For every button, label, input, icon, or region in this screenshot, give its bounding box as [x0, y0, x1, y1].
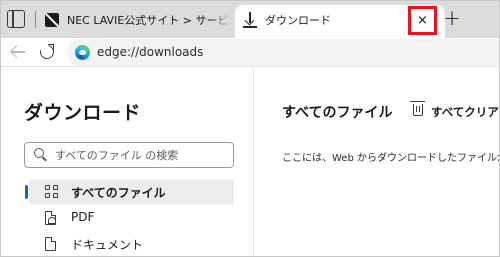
close-icon: × [417, 13, 428, 28]
tab-title: NEC LAVIE公式サイト > サービス＆サ [67, 14, 233, 27]
refresh-icon[interactable] [39, 44, 55, 60]
back-arrow-icon[interactable] [10, 44, 26, 60]
active-indicator [25, 185, 28, 199]
browser-window: NEC LAVIE公式サイト > サービス＆サ ダウンロード × + edge:… [0, 0, 500, 257]
sidebar-item-pdf[interactable]: PDF [29, 205, 234, 231]
document-icon [45, 237, 56, 251]
nec-icon [45, 13, 59, 27]
toolbar: edge://downloads [1, 38, 499, 67]
search-input[interactable] [55, 147, 231, 164]
address-url: edge://downloads [97, 45, 204, 59]
sidebar-title: ダウンロード [24, 102, 142, 124]
page-title: すべてのファイル [282, 105, 393, 121]
tab-actions-icon[interactable] [7, 10, 25, 28]
downloads-sidebar: ダウンロード すべてのファイル PDF ドキュメント [1, 68, 254, 256]
downloads-main: すべてのファイル すべてクリア ここには、Web からダウンロードしたファイルが… [255, 68, 499, 256]
search-box[interactable] [24, 142, 234, 168]
close-tab-button[interactable]: × [408, 6, 437, 35]
tab-nec-lavie[interactable]: NEC LAVIE公式サイト > サービス＆サ [41, 6, 233, 34]
download-icon-base [243, 26, 257, 28]
grid-icon [45, 185, 59, 199]
tab-strip: NEC LAVIE公式サイト > サービス＆サ ダウンロード × + [1, 1, 499, 38]
address-bar[interactable]: edge://downloads [67, 39, 499, 66]
sidebar-item-label: PDF [71, 210, 95, 224]
sidebar-item-all-files[interactable]: すべてのファイル [25, 179, 234, 205]
clear-all-button[interactable]: すべてクリア [431, 104, 499, 120]
sidebar-item-documents[interactable]: ドキュメント [29, 231, 234, 256]
new-tab-button[interactable]: + [440, 4, 464, 32]
tab-title: ダウンロード [265, 14, 331, 27]
empty-state-text: ここには、Web からダウンロードしたファイルが表示 [282, 153, 499, 164]
sidebar-item-label: ドキュメント [71, 238, 144, 252]
sidebar-item-label: すべてのファイル [71, 186, 166, 200]
trash-icon[interactable] [410, 101, 425, 116]
edge-logo-icon [75, 45, 90, 60]
pdf-icon [45, 211, 56, 225]
search-icon [34, 148, 44, 158]
tab-separator [35, 11, 36, 28]
